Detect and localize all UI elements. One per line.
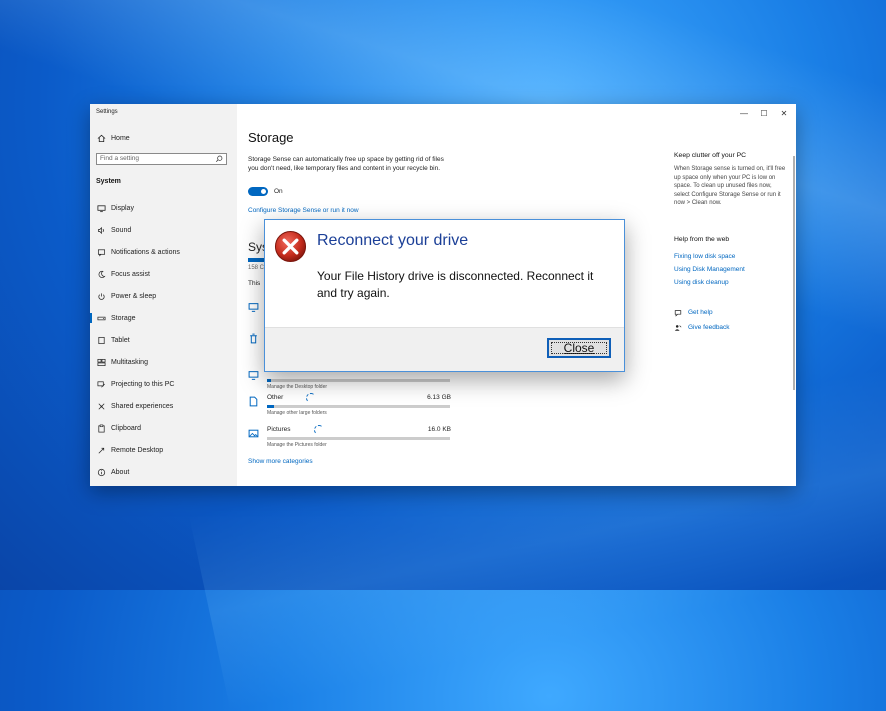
shared-experiences-icon: [96, 401, 106, 411]
sidebar-item-power-sleep[interactable]: Power & sleep: [96, 289, 236, 303]
page-title: Storage: [248, 130, 294, 145]
storage-category-pictures[interactable]: Pictures 16.0 KB Manage the Pictures fol…: [248, 425, 453, 456]
desktop-icon: [248, 371, 259, 380]
projecting-icon: [96, 379, 106, 389]
loading-spinner-icon: [314, 425, 324, 435]
category-size: 16.0 KB: [427, 426, 451, 433]
trash-icon: [250, 333, 257, 344]
reconnect-drive-dialog: Reconnect your drive Your File History d…: [264, 219, 625, 372]
category-description: Manage the Pictures folder: [267, 442, 327, 448]
storage-sense-description: Storage Sense can automatically free up …: [248, 156, 444, 172]
dialog-footer: Close: [265, 327, 624, 371]
sidebar-item-label: Remote Desktop: [111, 446, 164, 454]
tablet-icon: [96, 335, 106, 345]
category-name: Other: [267, 394, 284, 401]
display-icon: [96, 203, 106, 213]
system-reserved-icon: [248, 303, 259, 312]
sidebar-item-remote-desktop[interactable]: Remote Desktop: [96, 443, 236, 457]
help-link-disk-cleanup[interactable]: Using disk cleanup: [674, 279, 729, 286]
category-description: Manage the Desktop folder: [267, 384, 328, 390]
sidebar-item-home[interactable]: Home: [96, 131, 236, 145]
sound-icon: [96, 225, 106, 235]
sidebar-item-label: Projecting to this PC: [111, 380, 175, 388]
loading-spinner-icon: [306, 393, 316, 403]
clipboard-icon: [96, 423, 106, 433]
category-name: Pictures: [267, 426, 291, 433]
notifications-icon: [96, 247, 106, 257]
clutter-text: When Storage sense is turned on, it'll f…: [674, 166, 786, 206]
other-files-icon: [249, 396, 258, 407]
storage-sense-toggle[interactable]: [248, 187, 268, 196]
sidebar-item-label: About: [111, 468, 130, 476]
sidebar-item-tablet[interactable]: Tablet: [96, 333, 236, 347]
storage-icon: [96, 313, 106, 323]
sidebar-item-storage[interactable]: Storage: [90, 311, 236, 325]
sidebar-item-shared-experiences[interactable]: Shared experiences: [96, 399, 236, 413]
toggle-state-label: On: [274, 188, 283, 195]
sidebar-item-label: Power & sleep: [111, 292, 157, 300]
help-heading: Help from the web: [674, 236, 730, 243]
sidebar-item-clipboard[interactable]: Clipboard: [96, 421, 236, 435]
storage-usage-bar: [267, 379, 450, 382]
about-icon: [96, 467, 106, 477]
sidebar-item-label: Multitasking: [111, 358, 148, 366]
sidebar-item-label: Shared experiences: [111, 402, 174, 410]
sidebar-item-label: Storage: [111, 314, 136, 322]
sidebar-item-multitasking[interactable]: Multitasking: [96, 355, 236, 369]
sidebar-item-label: Home: [111, 134, 130, 142]
remote-desktop-icon: [96, 445, 106, 455]
search-icon: [215, 155, 223, 163]
usage-text-partial: This: [248, 280, 261, 287]
category-description: Manage other large folders: [267, 410, 327, 416]
clutter-heading: Keep clutter off your PC: [674, 152, 747, 159]
dialog-message: Your File History drive is disconnected.…: [317, 269, 594, 300]
search-placeholder: Find a setting: [100, 155, 140, 162]
sidebar-item-label: Focus assist: [111, 270, 150, 278]
sidebar-item-label: Notifications & actions: [111, 248, 180, 256]
sidebar-item-sound[interactable]: Sound: [96, 223, 236, 237]
get-help-link[interactable]: Get help: [688, 309, 713, 316]
sidebar-item-label: Tablet: [111, 336, 130, 344]
sidebar-item-projecting[interactable]: Projecting to this PC: [96, 377, 236, 391]
configure-storage-sense-link[interactable]: Configure Storage Sense or run it now: [248, 207, 359, 214]
get-help-icon: [674, 310, 682, 317]
window-title: Settings: [96, 109, 118, 115]
dialog-title: Reconnect your drive: [317, 232, 469, 249]
power-icon: [96, 291, 106, 301]
show-more-categories-link[interactable]: Show more categories: [248, 458, 313, 465]
sidebar-item-focus-assist[interactable]: Focus assist: [96, 267, 236, 281]
category-size: 6.13 GB: [427, 394, 451, 401]
scrollbar[interactable]: [793, 156, 795, 390]
multitasking-icon: [96, 357, 106, 367]
error-icon: [274, 230, 307, 263]
storage-category-other[interactable]: Other 6.13 GB Manage other large folders: [248, 393, 453, 424]
storage-usage-bar: [267, 437, 450, 440]
usage-size-partial: 158 C: [248, 265, 265, 271]
sidebar-item-about[interactable]: About: [96, 465, 236, 479]
close-button[interactable]: Close: [547, 338, 611, 358]
sidebar: Settings Home Find a setting System Disp…: [90, 104, 237, 486]
sidebar-item-label: Display: [111, 204, 134, 212]
give-feedback-link[interactable]: Give feedback: [688, 324, 730, 331]
help-link-disk-management[interactable]: Using Disk Management: [674, 266, 745, 273]
pictures-icon: [248, 429, 259, 438]
search-input[interactable]: Find a setting: [96, 153, 227, 165]
help-link-fixing-low-disk-space[interactable]: Fixing low disk space: [674, 253, 735, 260]
usage-bar-partial: [248, 258, 264, 262]
sidebar-item-notifications[interactable]: Notifications & actions: [96, 245, 236, 259]
home-icon: [96, 133, 106, 143]
sidebar-item-label: Sound: [111, 226, 132, 234]
feedback-icon: [674, 325, 682, 331]
sidebar-item-display[interactable]: Display: [96, 201, 236, 215]
sidebar-item-label: Clipboard: [111, 424, 141, 432]
focus-assist-icon: [96, 269, 106, 279]
storage-usage-bar: [267, 405, 450, 408]
sidebar-section-heading: System: [96, 178, 121, 185]
